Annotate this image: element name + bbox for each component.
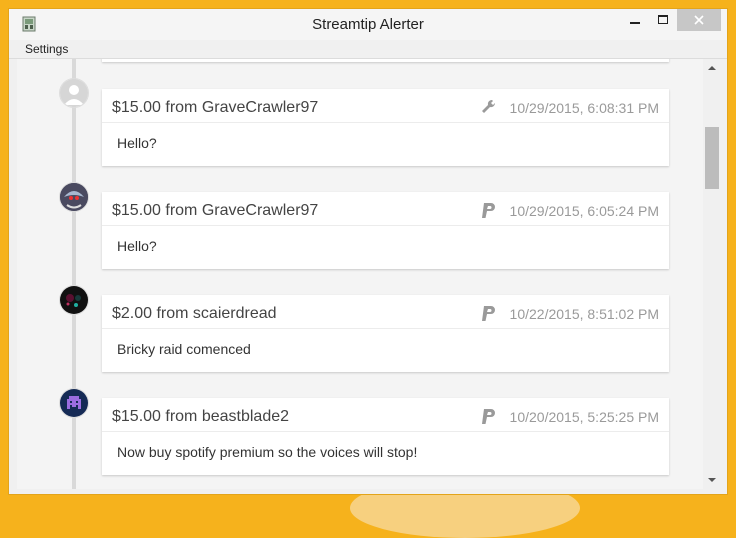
avatar-gravecrawler: [59, 182, 89, 212]
tip-card: $15.00 from GraveCrawler97 10/29/2015, 6…: [102, 192, 669, 269]
user-avatar-image: [60, 286, 88, 314]
tip-card-header: $15.00 from GraveCrawler97 10/29/2015, 6…: [102, 89, 669, 123]
app-window: Streamtip Alerter Settings $15.00 from G…: [8, 8, 728, 495]
arrow-up-icon: [708, 66, 716, 70]
tip-amount: $15.00 from GraveCrawler97: [112, 202, 319, 219]
tip-message: Hello?: [117, 135, 157, 151]
tip-date: 10/29/2015, 6:05:24 PM: [509, 203, 659, 219]
tip-amount: $15.00 from GraveCrawler97: [112, 99, 319, 116]
tip-card: $15.00 from beastblade2 10/20/2015, 5:25…: [102, 398, 669, 475]
tip-date: 10/22/2015, 8:51:02 PM: [509, 306, 659, 322]
default-user-icon: [60, 79, 88, 107]
tip-card-header: $15.00 from beastblade2 10/20/2015, 5:25…: [102, 398, 669, 432]
user-avatar-image: [60, 389, 88, 417]
tip-card: $2.00 from scaierdread 10/22/2015, 8:51:…: [102, 295, 669, 372]
tip-card-header: $2.00 from scaierdread 10/22/2015, 8:51:…: [102, 295, 669, 329]
avatar-scaierdread: [59, 285, 89, 315]
timeline-line: [72, 59, 76, 489]
tip-message: Hello?: [117, 238, 157, 254]
maximize-icon: [658, 15, 668, 24]
paypal-icon: [482, 306, 495, 321]
title-bar[interactable]: Streamtip Alerter: [9, 9, 727, 40]
scroll-down-button[interactable]: [703, 471, 721, 489]
close-button[interactable]: [677, 9, 721, 31]
tip-card: $15.00 from GraveCrawler97 10/29/2015, 6…: [102, 89, 669, 166]
tip-amount: $15.00 from beastblade2: [112, 408, 290, 425]
maximize-button[interactable]: [649, 9, 677, 31]
wrench-icon: [482, 99, 496, 113]
close-icon: [694, 15, 704, 25]
tip-card-partial: [102, 59, 669, 62]
minimize-icon: [630, 22, 640, 24]
tip-message: Now buy spotify premium so the voices wi…: [117, 444, 418, 460]
menu-item-settings[interactable]: Settings: [25, 42, 68, 56]
arrow-down-icon: [708, 478, 716, 482]
scroll-thumb[interactable]: [705, 127, 719, 189]
tip-card-header: $15.00 from GraveCrawler97 10/29/2015, 6…: [102, 192, 669, 226]
menu-bar: Settings: [9, 40, 727, 59]
vertical-scrollbar[interactable]: [703, 59, 721, 489]
paypal-icon: [482, 203, 495, 218]
window-title: Streamtip Alerter: [312, 16, 424, 33]
tip-feed[interactable]: $15.00 from GraveCrawler97 10/29/2015, 6…: [17, 59, 703, 489]
avatar-default: [59, 78, 89, 108]
paypal-icon: [482, 409, 495, 424]
user-avatar-image: [60, 183, 88, 211]
scroll-up-button[interactable]: [703, 59, 721, 77]
tip-amount: $2.00 from scaierdread: [112, 305, 277, 322]
tip-date: 10/29/2015, 6:08:31 PM: [509, 100, 659, 116]
tip-message: Bricky raid comenced: [117, 341, 251, 357]
avatar-beastblade: [59, 388, 89, 418]
minimize-button[interactable]: [621, 9, 649, 31]
tip-date: 10/20/2015, 5:25:25 PM: [509, 409, 659, 425]
